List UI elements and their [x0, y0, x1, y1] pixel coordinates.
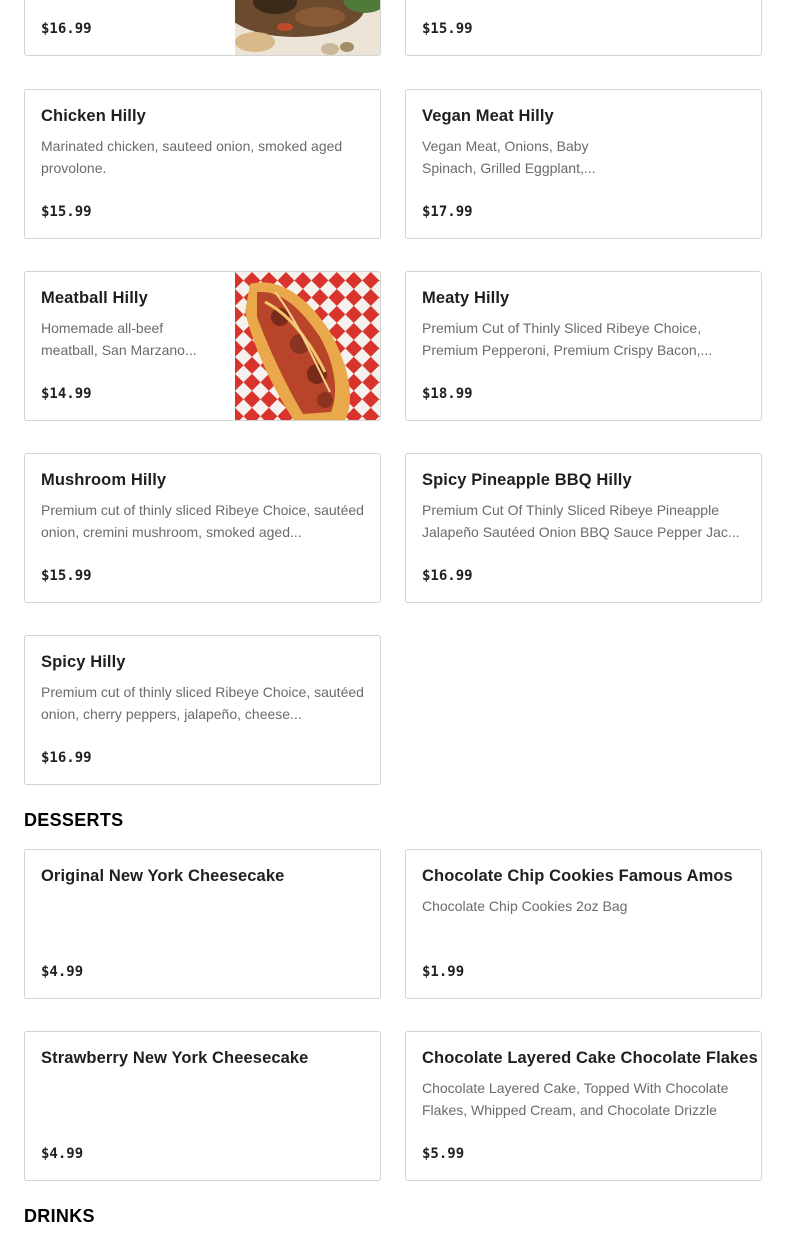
sandwich-photo [235, 0, 380, 55]
item-price: $16.99 [41, 21, 92, 37]
item-name: Original New York Cheesecake [41, 867, 285, 885]
item-photo [235, 272, 380, 420]
menu-item-card[interactable]: Spicy Hilly Premium cut of thinly sliced… [24, 635, 381, 785]
item-name: Meaty Hilly [422, 289, 510, 307]
item-name: Meatball Hilly [41, 289, 148, 307]
item-name: Chicken Hilly [41, 107, 146, 125]
item-description: Vegan Meat, Onions, Baby Spinach, Grille… [422, 138, 596, 176]
item-name: Vegan Meat Hilly [422, 107, 554, 125]
item-price: $16.99 [422, 568, 473, 584]
item-name: Spicy Pineapple BBQ Hilly [422, 471, 632, 489]
meatball-sub-photo [235, 272, 380, 420]
item-price: $16.99 [41, 750, 92, 766]
item-price: $4.99 [41, 1146, 84, 1162]
menu-item-card[interactable]: Mushroom Hilly Premium cut of thinly sli… [24, 453, 381, 603]
item-name: Chocolate Layered Cake Chocolate Flakes [422, 1049, 758, 1067]
item-description: Premium cut of thinly sliced Ribeye Choi… [41, 502, 364, 540]
item-name: Chocolate Chip Cookies Famous Amos [422, 867, 733, 885]
section-heading-drinks: DRINKS [24, 1206, 95, 1226]
menu-item-card[interactable]: Chicken Hilly Marinated chicken, sauteed… [24, 89, 381, 239]
menu-item-card[interactable]: Spicy Pineapple BBQ Hilly Premium Cut Of… [405, 453, 762, 603]
item-name: Strawberry New York Cheesecake [41, 1049, 309, 1067]
item-price: $17.99 [422, 204, 473, 220]
menu-item-card[interactable]: Strawberry New York Cheesecake $4.99 [24, 1031, 381, 1181]
item-description: Chocolate Chip Cookies 2oz Bag [422, 898, 628, 914]
menu-item-card[interactable]: $15.99 [405, 0, 762, 56]
menu-item-card[interactable]: Chocolate Layered Cake Chocolate Flakes … [405, 1031, 762, 1181]
item-price: $1.99 [422, 964, 465, 980]
item-description: Premium Cut of Thinly Sliced Ribeye Choi… [422, 320, 713, 358]
item-price: $14.99 [41, 386, 92, 402]
menu-item-card[interactable]: Meatball Hilly Homemade all-beef meatbal… [24, 271, 381, 421]
item-description: Chocolate Layered Cake, Topped With Choc… [422, 1080, 729, 1118]
menu-item-card[interactable]: Vegan Meat Hilly Vegan Meat, Onions, Bab… [405, 89, 762, 239]
menu-item-card[interactable]: Chocolate Chip Cookies Famous Amos Choco… [405, 849, 762, 999]
item-price: $5.99 [422, 1146, 465, 1162]
menu-item-card[interactable]: $16.99 [24, 0, 381, 56]
item-description: Premium Cut Of Thinly Sliced Ribeye Pine… [422, 502, 740, 540]
item-description: Homemade all-beef meatball, San Marzano.… [41, 320, 197, 358]
item-price: $15.99 [422, 21, 473, 37]
item-photo [235, 0, 380, 55]
menu-item-card[interactable]: Original New York Cheesecake $4.99 [24, 849, 381, 999]
item-price: $18.99 [422, 386, 473, 402]
item-price: $4.99 [41, 964, 84, 980]
item-name: Spicy Hilly [41, 653, 126, 671]
item-price: $15.99 [41, 568, 92, 584]
item-price: $15.99 [41, 204, 92, 220]
item-description: Marinated chicken, sauteed onion, smoked… [41, 138, 343, 176]
item-description: Premium cut of thinly sliced Ribeye Choi… [41, 684, 364, 722]
section-heading-desserts: DESSERTS [24, 810, 124, 830]
item-name: Mushroom Hilly [41, 471, 167, 489]
menu-item-card[interactable]: Meaty Hilly Premium Cut of Thinly Sliced… [405, 271, 762, 421]
